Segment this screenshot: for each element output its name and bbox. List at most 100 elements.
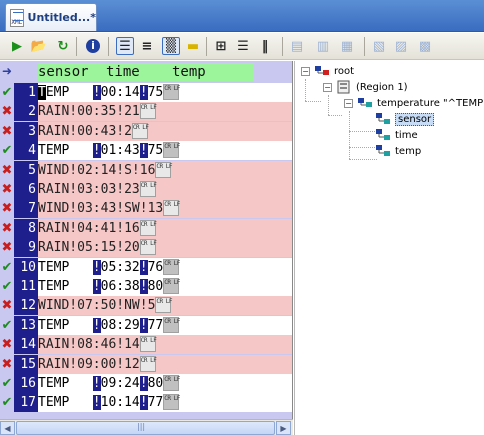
row-number: 16: [14, 374, 38, 393]
tree-node-time[interactable]: time: [375, 127, 418, 143]
list-icon: ≡: [141, 38, 153, 54]
grid-row[interactable]: ✖ 6 RAIN!03:03!23CR LF: [0, 180, 292, 199]
line-end-crlf-icon: CR LF: [155, 161, 172, 178]
record-text[interactable]: WIND!02:14!S!16CR LF: [38, 160, 292, 180]
valid-check-icon: ✔: [1, 317, 13, 333]
record-text[interactable]: WIND!07:50!NW!5CR LF: [38, 296, 292, 316]
tree-expand-button[interactable]: ▧: [370, 37, 388, 55]
info-button[interactable]: i: [84, 37, 102, 55]
list-button[interactable]: ≡: [138, 37, 156, 55]
grid-row[interactable]: ✔ 17 TEMP !10:14!77CR LF: [0, 393, 292, 413]
tree-remove-button[interactable]: ▩: [416, 37, 434, 55]
horizontal-scrollbar[interactable]: ◀ ||| ▶: [0, 419, 293, 435]
toolbar-separator: [76, 37, 77, 56]
data-grid-panel[interactable]: ➜ sensor time temp ✔ 1 TEMP !00:14!75CR LF…: [0, 61, 293, 419]
record-text[interactable]: TEMP !05:32!76CR LF: [38, 257, 292, 277]
record-text[interactable]: RAIN!04:41!16CR LF: [38, 218, 292, 238]
scroll-thumb[interactable]: |||: [16, 421, 275, 435]
record-text[interactable]: RAIN!09:00!12CR LF: [38, 354, 292, 374]
line-end-crlf-icon: CR LF: [163, 200, 180, 217]
row-number: 1: [14, 83, 38, 102]
row-number: 8: [14, 218, 38, 238]
numbered-list-button[interactable]: ☰: [116, 37, 134, 55]
record-text[interactable]: WIND!03:43!SW!13CR LF: [38, 199, 292, 219]
rows-icon: ☰: [237, 38, 249, 54]
column-header-time[interactable]: time: [106, 63, 140, 81]
grid-row[interactable]: ✖ 12 WIND!07:50!NW!5CR LF: [0, 296, 292, 316]
grid-header-row: sensor time temp: [38, 63, 254, 81]
scroll-left-button[interactable]: ◀: [0, 421, 15, 435]
collapse-icon[interactable]: −: [344, 98, 353, 108]
open-folder-icon: 📂: [30, 38, 48, 54]
row-number: 9: [14, 238, 38, 258]
tree-add-button[interactable]: ▨: [392, 37, 410, 55]
ruler-button[interactable]: ▬: [184, 37, 202, 55]
columns-button[interactable]: ‖: [256, 37, 274, 55]
record-text[interactable]: RAIN!05:15!20CR LF: [38, 238, 292, 258]
record-text[interactable]: TEMP !10:14!77CR LF: [38, 393, 292, 413]
rows-button[interactable]: ☰: [234, 37, 252, 55]
record-text[interactable]: TEMP !00:14!75CR LF: [38, 83, 292, 102]
row-number: 12: [14, 296, 38, 316]
hex-button[interactable]: ▒: [162, 37, 180, 55]
record-text[interactable]: TEMP !08:29!77CR LF: [38, 315, 292, 335]
record-text[interactable]: RAIN!00:43!2CR LF: [38, 121, 292, 141]
invalid-x-icon: ✖: [1, 356, 13, 372]
grid-columns-button[interactable]: ⊞: [212, 37, 230, 55]
grid-row[interactable]: ✔ 11 TEMP !06:38!80CR LF: [0, 277, 292, 296]
tree-label-region: (Region 1): [356, 81, 408, 93]
tab-untitled[interactable]: XML Untitled...*: [5, 3, 97, 31]
field-time: 06:38: [100, 279, 140, 294]
grid-row[interactable]: ✖ 15 RAIN!09:00!12CR LF: [0, 354, 292, 374]
column-header-sensor[interactable]: sensor: [38, 63, 89, 81]
row-number: 17: [14, 393, 38, 413]
field-icon: [375, 144, 391, 158]
line-end-crlf-icon: CR LF: [155, 297, 172, 314]
xml-icon-text: XML: [11, 18, 23, 26]
scroll-right-button[interactable]: ▶: [276, 421, 291, 435]
grid-row[interactable]: ✖ 14 RAIN!08:46!14CR LF: [0, 335, 292, 355]
record-text[interactable]: RAIN!00:35!21CR LF: [38, 102, 292, 122]
field-separator: !: [139, 143, 148, 159]
grid-row[interactable]: ✖ 7 WIND!03:43!SW!13CR LF: [0, 199, 292, 219]
tree-node-region[interactable]: − (Region 1): [323, 79, 408, 95]
grid-row[interactable]: ✔ 13 TEMP !08:29!77CR LF: [0, 315, 292, 335]
collapse-icon[interactable]: −: [323, 82, 332, 92]
grid-row[interactable]: ✖ 5 WIND!02:14!S!16CR LF: [0, 160, 292, 180]
record-text[interactable]: TEMP !09:24!80CR LF: [38, 374, 292, 393]
run-button[interactable]: ▶: [8, 37, 26, 55]
record-text[interactable]: RAIN!03:03!23CR LF: [38, 180, 292, 199]
grid-row[interactable]: ✔ 10 TEMP !05:32!76CR LF: [0, 257, 292, 277]
split-view-button[interactable]: ▦: [338, 37, 356, 55]
unmatched-record-text: RAIN!00:35!21: [38, 104, 140, 120]
grid-row[interactable]: ✖ 8 RAIN!04:41!16CR LF: [0, 218, 292, 238]
row-number: 11: [14, 277, 38, 296]
hex-icon: ▒: [166, 38, 176, 54]
line-end-crlf-icon: CR LF: [163, 258, 180, 275]
tree-node-root[interactable]: − root: [301, 63, 354, 79]
record-text[interactable]: RAIN!08:46!14CR LF: [38, 335, 292, 355]
tree-node-sensor[interactable]: sensor: [375, 111, 435, 127]
tree-node-temp[interactable]: temp: [375, 143, 421, 159]
field-temp: 80: [147, 376, 164, 391]
refresh-button[interactable]: ↻: [54, 37, 72, 55]
refresh-icon: ↻: [57, 38, 69, 54]
open-folder-button[interactable]: 📂: [30, 37, 48, 55]
grid-row[interactable]: ✖ 2 RAIN!00:35!21CR LF: [0, 102, 292, 122]
unmatched-record-text: RAIN!09:00!12: [38, 356, 140, 372]
form-view-button[interactable]: ▥: [314, 37, 332, 55]
collapse-icon[interactable]: −: [301, 66, 310, 76]
column-header-temp[interactable]: temp: [172, 63, 206, 81]
table-view-button[interactable]: ▤: [288, 37, 306, 55]
grid-row[interactable]: ✔ 1 TEMP !00:14!75CR LF: [0, 83, 292, 102]
tree-node-temperature[interactable]: − temperature "^TEMP": [344, 95, 484, 111]
grid-row[interactable]: ✖ 3 RAIN!00:43!2CR LF: [0, 121, 292, 141]
line-end-crlf-icon: CR LF: [139, 219, 157, 236]
invalid-x-icon: ✖: [1, 337, 13, 353]
grid-row[interactable]: ✖ 9 RAIN!05:15!20CR LF: [0, 238, 292, 258]
grid-row[interactable]: ✔ 16 TEMP !09:24!80CR LF: [0, 374, 292, 393]
record-text[interactable]: TEMP !01:43!75CR LF: [38, 141, 292, 161]
record-text[interactable]: TEMP !06:38!80CR LF: [38, 277, 292, 296]
toolbar: ▶ 📂 ↻ i ☰ ≡ ▒ ▬ ⊞ ☰ ‖ ▤ ▥ ▦ ▧ ▨ ▩: [0, 33, 484, 60]
grid-row[interactable]: ✔ 4 TEMP !01:43!75CR LF: [0, 141, 292, 161]
